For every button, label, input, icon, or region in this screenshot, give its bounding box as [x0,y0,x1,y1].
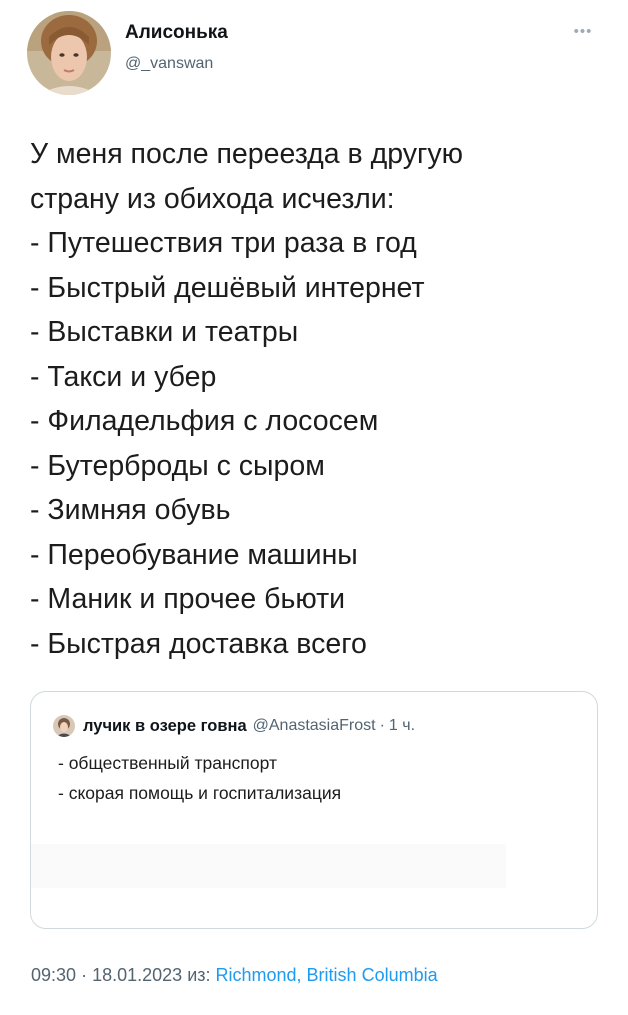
quoted-author-display-name: лучик в озере говна [83,716,247,735]
more-horizontal-icon: ••• [573,22,593,40]
tweet-date[interactable]: 18.01.2023 [92,965,182,985]
tweet-line: - Быстрая доставка всего [30,627,367,660]
from-label: из: [187,965,211,985]
tweet-line: - Быстрый дешёвый интернет [30,271,425,304]
erased-area [31,844,506,888]
tweet-line: страну из обихода исчезли: [30,182,395,215]
quoted-author-handle: @AnastasiaFrost [252,717,376,734]
tweet-time: 09:30 [31,965,77,985]
tweet-line: - Бутерброды с сыром [30,449,325,482]
author-avatar[interactable] [27,11,111,95]
quoted-separator: · [379,717,385,734]
tweet-line: У меня после переезда в другую [30,138,464,170]
quoted-tweet-text: - общественный транспорт - скорая помощь… [58,748,341,808]
quoted-tweet-line: - скорая помощь и госпитализация [58,783,342,803]
quoted-tweet-card[interactable]: лучик в озере говна @AnastasiaFrost · 1 … [30,691,598,929]
tweet-line: - Филадельфия с лососем [30,405,379,437]
quoted-tweet-line: - общественный транспорт [58,753,277,773]
tweet-line: - Зимняя обувь [30,494,231,526]
tweet-line: - Маник и прочее бьюти [30,583,346,615]
tweet-line: - Путешествия три раза в год [30,227,417,259]
tweet-line: - Переобувание машины [30,538,358,571]
quoted-tweet-header: лучик в озере говна @AnastasiaFrost · 1 … [53,713,415,739]
quoted-timestamp: 1 ч. [388,717,416,734]
tweet-metadata: 09:30 · 18.01.2023 из: Richmond, British… [31,965,438,986]
more-button[interactable]: ••• [566,20,600,42]
tweet-line: - Выставки и театры [30,316,299,348]
quoted-author-avatar [53,715,75,737]
author-display-name[interactable]: Алисонька [125,22,228,44]
tweet-text: У меня после переезда в другую страну из… [30,132,610,666]
meta-separator: · [81,965,88,985]
tweet-line: - Такси и убер [30,360,217,393]
author-handle[interactable]: @_vanswan [125,55,213,73]
tweet-location-link[interactable]: Richmond, British Columbia [216,965,438,985]
